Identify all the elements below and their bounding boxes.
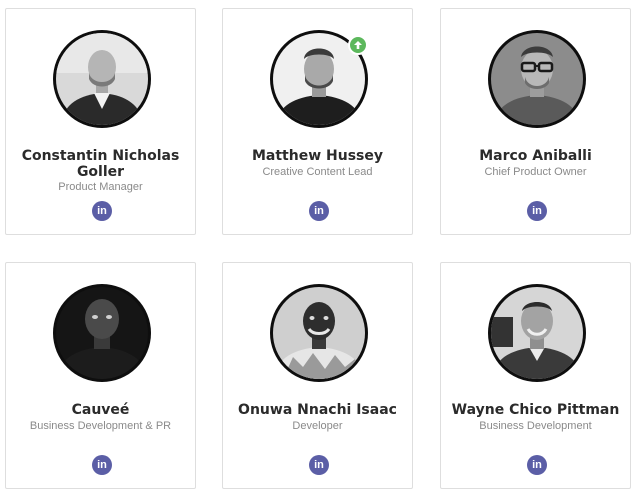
member-name: Onuwa Nnachi Isaac (238, 402, 397, 418)
linkedin-icon[interactable]: in (309, 455, 329, 475)
avatar (488, 284, 586, 382)
arrow-up-icon[interactable] (348, 35, 368, 55)
team-member-card: Matthew Hussey Creative Content Lead in (222, 8, 413, 235)
member-name: Marco Aniballi (479, 148, 592, 164)
avatar (488, 30, 586, 128)
member-name: Wayne Chico Pittman (451, 402, 620, 418)
person-photo-icon (491, 287, 583, 379)
member-role: Creative Content Lead (262, 166, 373, 178)
member-name: Cauveé (71, 402, 130, 418)
member-role: Chief Product Owner (484, 166, 587, 178)
avatar (270, 284, 368, 382)
person-photo-icon (491, 33, 583, 125)
member-role: Developer (292, 420, 343, 432)
member-role: Business Development (479, 420, 592, 432)
person-photo-icon (273, 287, 365, 379)
linkedin-icon[interactable]: in (309, 201, 329, 221)
avatar (53, 284, 151, 382)
member-role: Business Development & PR (29, 420, 172, 432)
member-name: Matthew Hussey (251, 148, 383, 164)
team-member-card: Cauveé Business Development & PR in (5, 262, 196, 489)
person-photo-icon (56, 33, 148, 125)
team-member-card: Marco Aniballi Chief Product Owner in (440, 8, 631, 235)
team-member-card: Onuwa Nnachi Isaac Developer in (222, 262, 413, 489)
linkedin-icon[interactable]: in (92, 201, 112, 221)
linkedin-icon[interactable]: in (92, 455, 112, 475)
person-photo-icon (56, 287, 148, 379)
linkedin-icon[interactable]: in (527, 455, 547, 475)
linkedin-icon[interactable]: in (527, 201, 547, 221)
team-member-card: Wayne Chico Pittman Business Development… (440, 262, 631, 489)
avatar (53, 30, 151, 128)
team-member-card: Constantin Nicholas Goller Product Manag… (5, 8, 196, 235)
member-role: Product Manager (58, 181, 143, 193)
member-name: Constantin Nicholas Goller (21, 148, 180, 180)
